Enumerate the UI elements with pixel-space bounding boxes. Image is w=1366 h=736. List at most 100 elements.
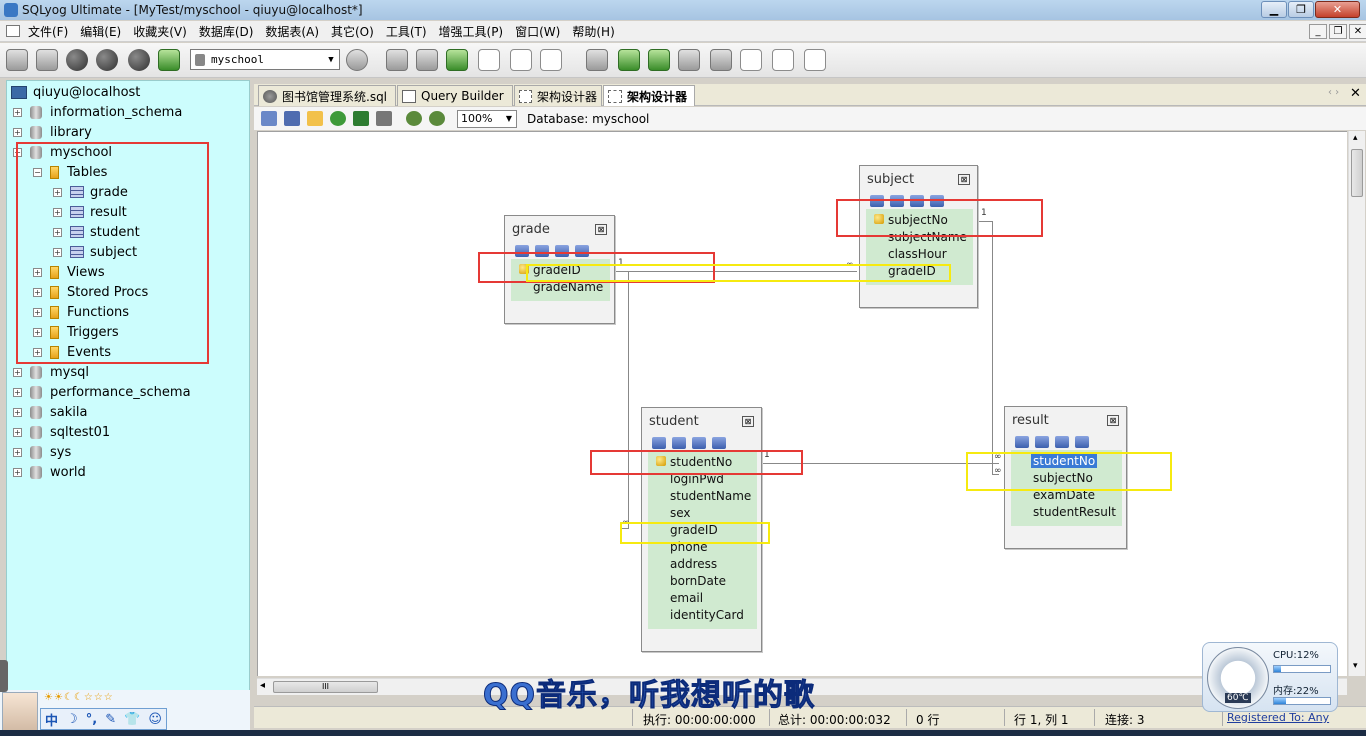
sync-data-icon[interactable] xyxy=(618,49,640,71)
expand-icon[interactable]: + xyxy=(13,447,22,457)
refresh-icon[interactable] xyxy=(330,111,346,126)
copy-database-icon[interactable] xyxy=(678,49,700,71)
expand-icon[interactable]: + xyxy=(13,107,22,117)
menu-database[interactable]: 数据库(D) xyxy=(199,23,254,40)
ime-smile-icon[interactable]: ☺ xyxy=(148,712,162,727)
close-icon[interactable]: ⊠ xyxy=(958,174,970,185)
schema-sync-icon[interactable] xyxy=(648,49,670,71)
menu-others[interactable]: 其它(O) xyxy=(331,23,374,40)
tree-db-world[interactable]: + world xyxy=(13,462,86,482)
menu-icon[interactable] xyxy=(1075,435,1089,448)
ime-moon-icon[interactable]: ☽ xyxy=(66,712,78,727)
er-column[interactable]: identityCard xyxy=(648,606,757,623)
ime-skin-icon[interactable]: 👕 xyxy=(124,712,140,727)
window-menu-icon[interactable] xyxy=(6,25,20,37)
scheduled-jobs-icon[interactable] xyxy=(710,49,732,71)
print-icon[interactable] xyxy=(376,111,392,126)
scroll-up-icon[interactable]: ▴ xyxy=(1353,133,1358,143)
tools-icon[interactable] xyxy=(586,49,608,71)
edit-icon[interactable] xyxy=(1015,435,1029,448)
close-window-button[interactable]: ✕ xyxy=(1315,1,1360,18)
add-table-icon[interactable] xyxy=(261,111,277,126)
open-folder-icon[interactable] xyxy=(307,111,323,126)
er-column[interactable]: sex xyxy=(648,504,757,521)
tab-query-builder[interactable]: Query Builder xyxy=(397,85,513,106)
user-manager-icon[interactable] xyxy=(346,49,368,71)
expand-icon[interactable]: + xyxy=(13,407,22,417)
menu-icon[interactable] xyxy=(712,436,726,449)
connection-manager-icon[interactable] xyxy=(36,49,58,71)
minimize-button[interactable]: ▁ xyxy=(1261,1,1287,18)
zoom-out-icon[interactable] xyxy=(429,111,445,126)
system-monitor-widget[interactable]: 60℃ CPU:12% 内存:22% xyxy=(1202,642,1338,712)
tree-db-sys[interactable]: + sys xyxy=(13,442,71,462)
er-column[interactable]: address xyxy=(648,555,757,572)
manage-index-icon[interactable] xyxy=(1035,435,1049,448)
close-icon[interactable]: ⊠ xyxy=(742,416,754,427)
tree-db-information-schema[interactable]: + information_schema xyxy=(13,102,182,122)
er-column[interactable]: studentResult xyxy=(1011,503,1122,520)
er-column[interactable]: bornDate xyxy=(648,572,757,589)
menu-window[interactable]: 窗口(W) xyxy=(515,23,560,40)
relationship-icon[interactable] xyxy=(1055,435,1069,448)
menu-file[interactable]: 文件(F) xyxy=(28,23,68,40)
import-icon[interactable] xyxy=(446,49,468,71)
dock-handle[interactable] xyxy=(0,660,8,692)
mdi-minimize-button[interactable]: _ xyxy=(1309,24,1327,39)
menu-table[interactable]: 数据表(A) xyxy=(265,23,319,40)
edit-icon[interactable] xyxy=(652,436,666,449)
expand-icon[interactable]: + xyxy=(13,467,22,477)
expand-icon[interactable]: + xyxy=(13,387,22,397)
er-column[interactable]: classHour xyxy=(866,245,973,262)
zoom-select[interactable]: 100% ▼ xyxy=(457,109,517,128)
ime-punct-icon[interactable]: °, xyxy=(86,712,97,727)
stop-query-icon[interactable] xyxy=(128,49,150,71)
vertical-scroll-thumb[interactable] xyxy=(1351,149,1363,197)
database-select[interactable]: myschool ▼ xyxy=(190,49,340,70)
table-data-icon[interactable] xyxy=(478,49,500,71)
er-column[interactable]: email xyxy=(648,589,757,606)
relationship-icon[interactable] xyxy=(692,436,706,449)
data-search-icon[interactable] xyxy=(772,49,794,71)
notifications-icon[interactable] xyxy=(740,49,762,71)
schema-canvas[interactable]: 1 ∞ ∞ 1 ∞ 1 ∞ grade ⊠ gradeID gradeName … xyxy=(257,131,1347,676)
mdi-close-button[interactable]: ✕ xyxy=(1349,24,1366,39)
tree-db-performance-schema[interactable]: + performance_schema xyxy=(13,382,191,402)
execute-all-icon[interactable] xyxy=(96,49,118,71)
chevron-down-icon[interactable]: ▼ xyxy=(502,114,516,123)
menu-powertools[interactable]: 增强工具(P) xyxy=(439,23,504,40)
refresh-icon[interactable] xyxy=(158,49,180,71)
tree-db-sqltest01[interactable]: + sqltest01 xyxy=(13,422,110,442)
new-connection-icon[interactable] xyxy=(6,49,28,71)
menu-edit[interactable]: 编辑(E) xyxy=(80,23,121,40)
menu-help[interactable]: 帮助(H) xyxy=(572,23,614,40)
ime-tool-icon[interactable]: ✎ xyxy=(105,712,116,727)
mdi-restore-button[interactable]: ❐ xyxy=(1329,24,1347,39)
close-tab-button[interactable]: ✕ xyxy=(1350,86,1361,101)
avatar[interactable] xyxy=(2,692,38,734)
backup-database-icon[interactable] xyxy=(416,49,438,71)
tree-db-sakila[interactable]: + sakila xyxy=(13,402,87,422)
create-database-icon[interactable] xyxy=(386,49,408,71)
er-column[interactable]: studentName xyxy=(648,487,757,504)
zoom-in-icon[interactable] xyxy=(406,111,422,126)
horizontal-scroll-thumb[interactable]: III xyxy=(273,681,378,693)
query-builder-icon[interactable] xyxy=(510,49,532,71)
add-all-tables-icon[interactable] xyxy=(284,111,300,126)
tree-db-mysql[interactable]: + mysql xyxy=(13,362,89,382)
export-image-icon[interactable] xyxy=(353,111,369,126)
tab-scroll-arrows[interactable]: ‹ › xyxy=(1328,87,1339,98)
schema-diagram-icon[interactable] xyxy=(804,49,826,71)
tree-db-library[interactable]: + library xyxy=(13,122,92,142)
tree-host[interactable]: qiuyu@localhost xyxy=(11,82,140,102)
scroll-left-icon[interactable]: ◂ xyxy=(260,680,265,691)
menu-tools[interactable]: 工具(T) xyxy=(386,23,427,40)
tab-schema-designer-1[interactable]: 架构设计器 xyxy=(514,85,602,106)
schema-designer-icon[interactable] xyxy=(540,49,562,71)
close-icon[interactable]: ⊠ xyxy=(1107,415,1119,426)
close-icon[interactable]: ⊠ xyxy=(595,224,607,235)
expand-icon[interactable]: + xyxy=(13,427,22,437)
maximize-button[interactable]: ❐ xyxy=(1288,1,1314,18)
chevron-down-icon[interactable]: ▼ xyxy=(323,55,339,65)
registered-link[interactable]: Registered To: Any xyxy=(1227,711,1329,724)
